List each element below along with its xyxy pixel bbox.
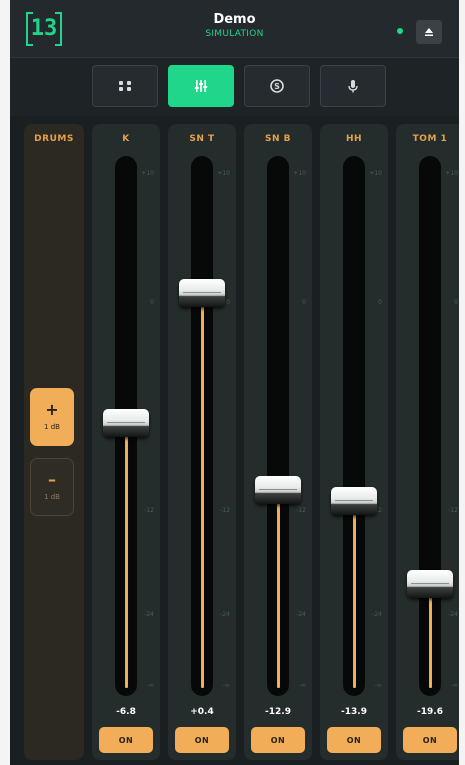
mixer-sliders-icon — [194, 80, 208, 92]
scale-tick-label: -∞ — [298, 682, 306, 689]
scale-tick-label: +10 — [141, 170, 154, 177]
page-subtitle: SIMULATION — [205, 29, 264, 39]
fader-level-fill — [125, 422, 128, 688]
scale-tick-label: -24 — [372, 611, 382, 618]
scale-tick-label: 0 — [150, 299, 154, 306]
fader-knob[interactable] — [103, 408, 149, 437]
fader-value: -12.9 — [265, 707, 291, 717]
page-title: Demo — [213, 12, 256, 27]
scale-tick-label: 0 — [454, 299, 458, 306]
tab-microphone[interactable] — [320, 65, 386, 107]
gain-down-step: 1 dB — [44, 493, 60, 501]
tab-mixer[interactable] — [168, 65, 234, 107]
fader-value: -19.6 — [417, 707, 443, 717]
connection-status-dot — [397, 28, 403, 34]
tab-bar: S — [10, 58, 459, 116]
scale-tick-label: -12 — [144, 507, 154, 514]
scale-tick-label: -12 — [448, 507, 458, 514]
minus-icon: – — [48, 470, 56, 489]
channel-strip: HH +10 0 -12 -24 -∞ -13.9 ON — [320, 124, 388, 760]
fader-level-fill — [429, 584, 432, 688]
channel-on-button[interactable]: ON — [175, 727, 229, 753]
fader-level-fill — [277, 490, 280, 688]
microphone-icon — [348, 80, 358, 93]
fader-knob[interactable] — [255, 476, 301, 505]
fader-knob[interactable] — [407, 570, 453, 598]
scale-tick-label: +10 — [217, 170, 230, 177]
scale-tick-label: 0 — [378, 299, 382, 306]
svg-text:S: S — [274, 82, 280, 91]
fader-value: -13.9 — [341, 707, 367, 717]
scale-tick-label: -∞ — [146, 682, 154, 689]
channel-strip: K +10 0 -12 -24 -∞ -6.8 ON — [92, 124, 160, 760]
channel-label: SN B — [264, 134, 291, 144]
tab-solo[interactable]: S — [244, 65, 310, 107]
group-strip-drums: DRUMS + 1 dB – 1 dB — [24, 124, 84, 760]
channel-on-button[interactable]: ON — [403, 727, 457, 753]
scale-tick-label: -12 — [296, 507, 306, 514]
fader-level-fill — [353, 500, 356, 688]
gain-up-step: 1 dB — [44, 423, 60, 431]
channel-strip: TOM 1 +10 0 -12 -24 -∞ -19.6 ON — [396, 124, 464, 760]
mixer-area: DRUMS + 1 dB – 1 dB K +10 0 -12 -24 -∞ -6.8 ON S… — [10, 116, 464, 765]
fader-level-fill — [201, 292, 204, 688]
eject-button[interactable] — [416, 20, 442, 44]
header-bar: 13 Demo SIMULATION — [10, 0, 459, 58]
scale-tick-label: -24 — [448, 611, 458, 618]
eject-icon — [425, 28, 433, 36]
channel-label: HH — [345, 134, 363, 144]
scale-tick-label: -∞ — [450, 682, 458, 689]
channel-on-button[interactable]: ON — [327, 727, 381, 753]
channel-strip: SN B +10 0 -12 -24 -∞ -12.9 ON — [244, 124, 312, 760]
scale-tick-label: -24 — [144, 611, 154, 618]
gain-up-button[interactable]: + 1 dB — [30, 388, 74, 446]
title-block: Demo SIMULATION — [10, 12, 459, 40]
scale-tick-label: -24 — [296, 611, 306, 618]
group-label: DRUMS — [34, 134, 74, 144]
scale-tick-label: +10 — [369, 170, 382, 177]
scale-tick-label: -∞ — [222, 682, 230, 689]
s-coin-icon: S — [270, 79, 284, 93]
fader-knob[interactable] — [179, 278, 225, 307]
fader-knob[interactable] — [331, 486, 377, 515]
scale-tick-label: -∞ — [374, 682, 382, 689]
channel-label: SN T — [189, 134, 215, 144]
gain-down-button[interactable]: – 1 dB — [30, 458, 74, 516]
scale-tick-label: -24 — [220, 611, 230, 618]
scale-tick-label: +10 — [445, 170, 458, 177]
channel-on-button[interactable]: ON — [251, 727, 305, 753]
channel-on-button[interactable]: ON — [99, 727, 153, 753]
fader-value: +0.4 — [190, 707, 214, 717]
app-frame: 13 Demo SIMULATION S DRUMS + 1 dB – 1 dB… — [0, 0, 465, 765]
scale-tick-label: 0 — [226, 299, 230, 306]
grid-icon — [119, 81, 131, 91]
scale-tick-label: +10 — [293, 170, 306, 177]
channel-strip: SN T +10 0 -12 -24 -∞ +0.4 ON — [168, 124, 236, 760]
tab-grid[interactable] — [92, 65, 158, 107]
plus-icon: + — [45, 400, 59, 419]
scale-tick-label: -12 — [220, 507, 230, 514]
fader-value: -6.8 — [116, 707, 136, 717]
channel-label: TOM 1 — [412, 134, 448, 144]
scale-tick-label: 0 — [302, 299, 306, 306]
channel-label: K — [122, 134, 130, 144]
